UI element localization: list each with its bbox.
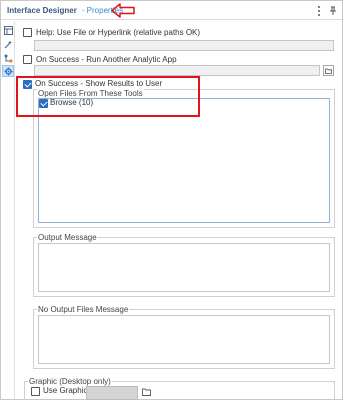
run-app-checkbox[interactable]	[23, 55, 32, 64]
help-path-field[interactable]	[34, 40, 334, 51]
folder-icon	[325, 68, 332, 74]
run-app-path-field[interactable]	[34, 65, 320, 76]
vertical-ellipsis-icon[interactable]	[315, 5, 323, 17]
panel-titlebar: Interface Designer - Properties	[1, 1, 342, 20]
tool-icon-strip	[1, 21, 15, 399]
graphic-path-field[interactable]	[86, 386, 138, 400]
highlight-annotation-box	[16, 76, 200, 117]
graphic-group-title: Graphic (Desktop only)	[28, 377, 112, 386]
output-message-title: Output Message	[37, 233, 98, 242]
left-arrow-annotation-icon	[111, 3, 135, 18]
actions-icon[interactable]	[2, 52, 14, 64]
output-message-textarea[interactable]	[38, 243, 330, 292]
no-output-message-textarea[interactable]	[38, 315, 330, 364]
panel-title: Interface Designer	[7, 6, 77, 15]
run-app-label: On Success - Run Another Analytic App	[36, 55, 177, 64]
title-separator: -	[82, 6, 85, 15]
help-checkbox[interactable]	[23, 28, 32, 37]
no-output-message-title: No Output Files Message	[37, 305, 130, 314]
pin-icon[interactable]	[329, 6, 337, 15]
use-graphic-checkbox[interactable]	[31, 387, 40, 396]
wand-icon[interactable]	[2, 38, 14, 50]
folder-icon[interactable]	[142, 388, 151, 396]
tree-view-icon[interactable]	[2, 24, 14, 36]
help-label: Help: Use File or Hyperlink (relative pa…	[36, 28, 201, 37]
run-app-browse-button[interactable]	[323, 65, 334, 76]
use-graphic-label: Use Graphic:	[43, 386, 90, 395]
gear-icon[interactable]	[2, 65, 14, 77]
